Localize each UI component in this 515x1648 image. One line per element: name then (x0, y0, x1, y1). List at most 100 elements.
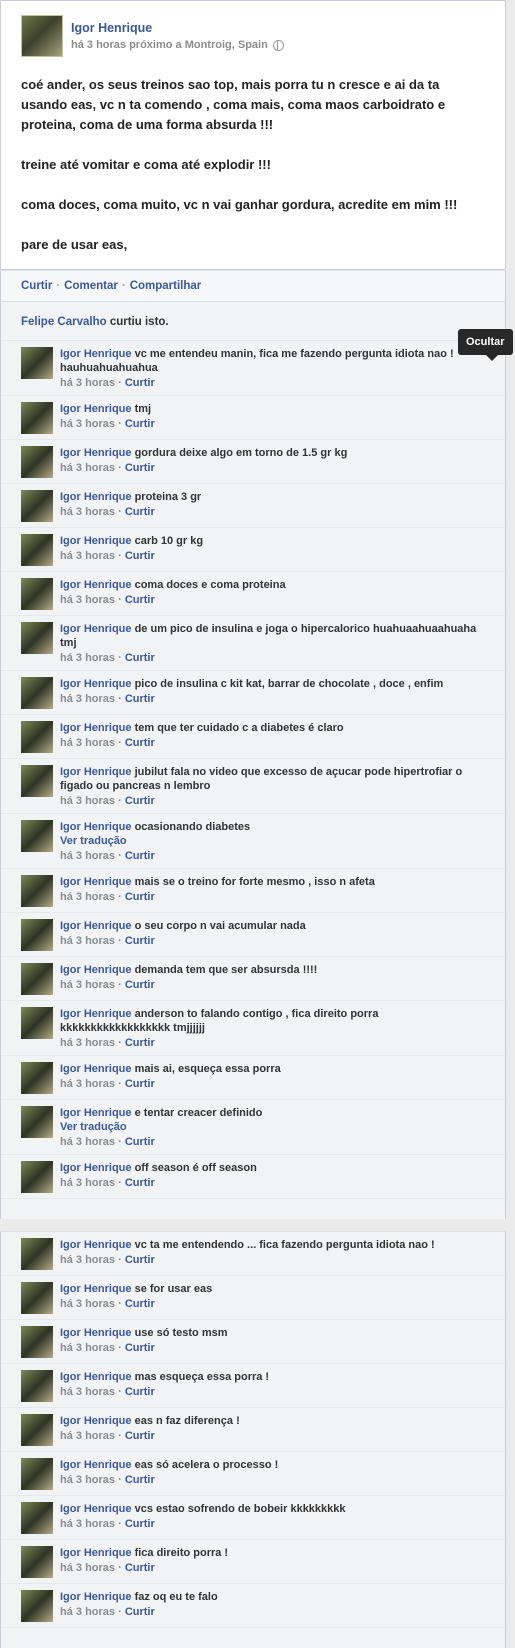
translate-link[interactable]: Ver tradução (60, 1120, 262, 1134)
avatar[interactable] (21, 347, 53, 379)
comment-author[interactable]: Igor Henrique (60, 964, 132, 976)
comment-timestamp[interactable]: há 3 horas (60, 737, 115, 749)
comment-like-link[interactable]: Curtir (125, 1606, 155, 1618)
comment-author[interactable]: Igor Henrique (60, 1008, 132, 1020)
comment-author[interactable]: Igor Henrique (60, 678, 132, 690)
comment-author[interactable]: Igor Henrique (60, 1503, 132, 1515)
comment-timestamp[interactable]: há 3 horas (60, 462, 115, 474)
comment-author[interactable]: Igor Henrique (60, 447, 132, 459)
avatar[interactable] (21, 1282, 53, 1314)
comment-timestamp[interactable]: há 3 horas (60, 1430, 115, 1442)
comment-timestamp[interactable]: há 3 horas (60, 418, 115, 430)
comment-author[interactable]: Igor Henrique (60, 876, 132, 888)
avatar[interactable] (21, 721, 53, 753)
comment-author[interactable]: Igor Henrique (60, 491, 132, 503)
avatar[interactable] (21, 1238, 53, 1270)
avatar[interactable] (21, 875, 53, 907)
comment-like-link[interactable]: Curtir (125, 1177, 155, 1189)
post-timestamp[interactable]: há 3 horas próximo a Montroig, Spain (71, 39, 268, 51)
comment-like-link[interactable]: Curtir (125, 550, 155, 562)
comment-author[interactable]: Igor Henrique (60, 579, 132, 591)
avatar[interactable] (21, 402, 53, 434)
comment-like-link[interactable]: Curtir (125, 506, 155, 518)
comment-like-link[interactable]: Curtir (125, 1430, 155, 1442)
avatar[interactable] (21, 1326, 53, 1358)
comment-author[interactable]: Igor Henrique (60, 1327, 132, 1339)
comment-author[interactable]: Igor Henrique (60, 348, 132, 360)
avatar[interactable] (21, 1161, 53, 1193)
comment-timestamp[interactable]: há 3 horas (60, 1078, 115, 1090)
avatar[interactable] (21, 622, 53, 654)
comment-timestamp[interactable]: há 3 horas (60, 594, 115, 606)
comment-like-link[interactable]: Curtir (125, 594, 155, 606)
comment-timestamp[interactable]: há 3 horas (60, 550, 115, 562)
comment-author[interactable]: Igor Henrique (60, 1107, 132, 1119)
avatar[interactable] (21, 1414, 53, 1446)
avatar[interactable] (21, 490, 53, 522)
comment-like-link[interactable]: Curtir (125, 1298, 155, 1310)
comment-like-link[interactable]: Curtir (125, 418, 155, 430)
comment-like-link[interactable]: Curtir (125, 850, 155, 862)
avatar[interactable] (21, 446, 53, 478)
comment-timestamp[interactable]: há 3 horas (60, 377, 115, 389)
comment-author[interactable]: Igor Henrique (60, 1547, 132, 1559)
comment-like-link[interactable]: Curtir (125, 1474, 155, 1486)
comment-like-link[interactable]: Curtir (125, 462, 155, 474)
avatar[interactable] (21, 578, 53, 610)
avatar[interactable] (21, 1007, 53, 1039)
comment-timestamp[interactable]: há 3 horas (60, 1136, 115, 1148)
avatar[interactable] (21, 919, 53, 951)
comment-like-link[interactable]: Curtir (125, 1037, 155, 1049)
comment-like-link[interactable]: Curtir (125, 1136, 155, 1148)
comment-timestamp[interactable]: há 3 horas (60, 1342, 115, 1354)
comment-timestamp[interactable]: há 3 horas (60, 850, 115, 862)
comment-like-link[interactable]: Curtir (125, 979, 155, 991)
comment-like-link[interactable]: Curtir (125, 935, 155, 947)
avatar[interactable] (21, 765, 53, 797)
share-link[interactable]: Compartilhar (130, 280, 202, 292)
comment-like-link[interactable]: Curtir (125, 1518, 155, 1530)
comment-like-link[interactable]: Curtir (125, 795, 155, 807)
comment-like-link[interactable]: Curtir (125, 737, 155, 749)
comment-author[interactable]: Igor Henrique (60, 535, 132, 547)
comment-timestamp[interactable]: há 3 horas (60, 795, 115, 807)
comment-author[interactable]: Igor Henrique (60, 1283, 132, 1295)
comment-timestamp[interactable]: há 3 horas (60, 979, 115, 991)
comment-author[interactable]: Igor Henrique (60, 766, 132, 778)
comment-author[interactable]: Igor Henrique (60, 1162, 132, 1174)
avatar[interactable] (21, 1370, 53, 1402)
comment-timestamp[interactable]: há 3 horas (60, 1474, 115, 1486)
comment-author[interactable]: Igor Henrique (60, 403, 132, 415)
avatar[interactable] (21, 534, 53, 566)
comment-timestamp[interactable]: há 3 horas (60, 1177, 115, 1189)
comment-author[interactable]: Igor Henrique (60, 821, 132, 833)
comment-timestamp[interactable]: há 3 horas (60, 1386, 115, 1398)
comment-timestamp[interactable]: há 3 horas (60, 652, 115, 664)
like-link[interactable]: Curtir (21, 280, 52, 292)
comment-author[interactable]: Igor Henrique (60, 1371, 132, 1383)
avatar[interactable] (21, 1546, 53, 1578)
avatar[interactable] (21, 677, 53, 709)
comment-author[interactable]: Igor Henrique (60, 1063, 132, 1075)
avatar[interactable] (21, 1502, 53, 1534)
comment-link[interactable]: Comentar (64, 280, 118, 292)
comment-like-link[interactable]: Curtir (125, 1254, 155, 1266)
comment-timestamp[interactable]: há 3 horas (60, 1298, 115, 1310)
comment-author[interactable]: Igor Henrique (60, 722, 132, 734)
comment-like-link[interactable]: Curtir (125, 652, 155, 664)
comment-like-link[interactable]: Curtir (125, 1562, 155, 1574)
comment-timestamp[interactable]: há 3 horas (60, 1606, 115, 1618)
comment-timestamp[interactable]: há 3 horas (60, 1562, 115, 1574)
comment-timestamp[interactable]: há 3 horas (60, 891, 115, 903)
avatar[interactable] (21, 15, 63, 57)
post-author[interactable]: Igor Henrique (71, 21, 284, 35)
globe-icon[interactable] (272, 39, 284, 51)
comment-like-link[interactable]: Curtir (125, 377, 155, 389)
comment-timestamp[interactable]: há 3 horas (60, 1518, 115, 1530)
comment-author[interactable]: Igor Henrique (60, 1591, 132, 1603)
avatar[interactable] (21, 1062, 53, 1094)
comment-timestamp[interactable]: há 3 horas (60, 693, 115, 705)
comment-like-link[interactable]: Curtir (125, 1078, 155, 1090)
comment-author[interactable]: Igor Henrique (60, 1239, 132, 1251)
avatar[interactable] (21, 1106, 53, 1138)
